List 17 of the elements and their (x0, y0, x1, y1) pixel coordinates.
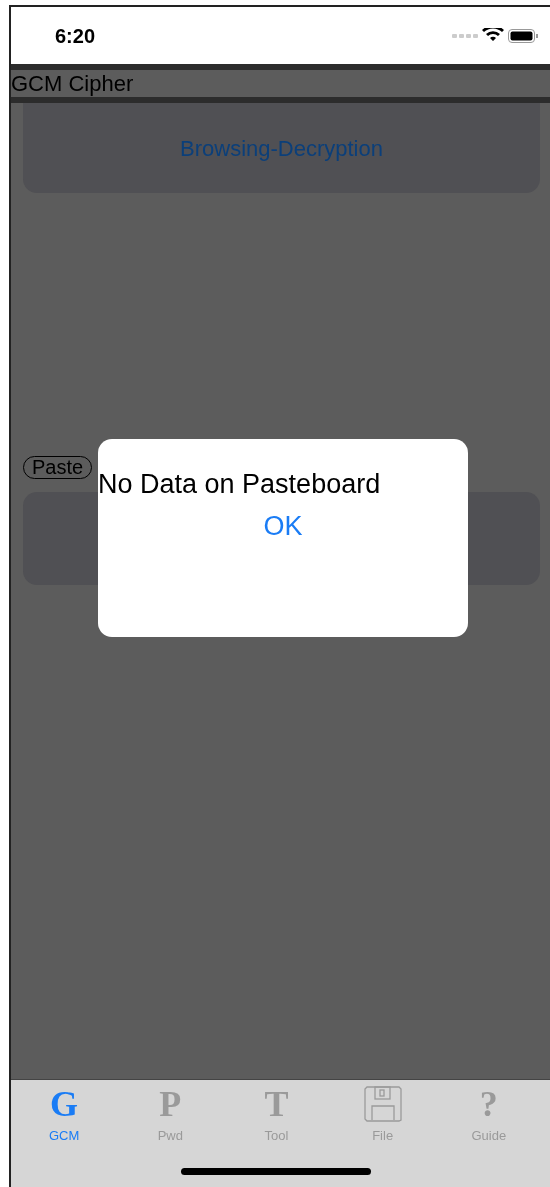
tab-glyph: ? (479, 1086, 498, 1122)
ok-button[interactable]: OK (263, 506, 303, 547)
alert-message: No Data on Pasteboard (98, 468, 382, 500)
decryption-button[interactable]: Browsing-Decryption (180, 131, 383, 165)
tab-glyph: G (50, 1086, 79, 1122)
tab-glyph: T (264, 1086, 289, 1122)
signal-icon (452, 33, 478, 38)
tab-item[interactable]: P Pwd (130, 1086, 211, 1146)
tab-glyph: P (159, 1086, 182, 1122)
tab-item[interactable]: ? Guide (448, 1086, 529, 1146)
tab-item[interactable]: File (342, 1086, 423, 1146)
tab-item[interactable]: T Tool (236, 1086, 317, 1146)
tab-item[interactable]: G GCM (24, 1086, 105, 1146)
battery-icon (508, 28, 538, 43)
navigation-title: GCM Cipher (11, 71, 134, 96)
wifi-icon (482, 27, 504, 44)
status-time: 6:20 (55, 23, 96, 49)
